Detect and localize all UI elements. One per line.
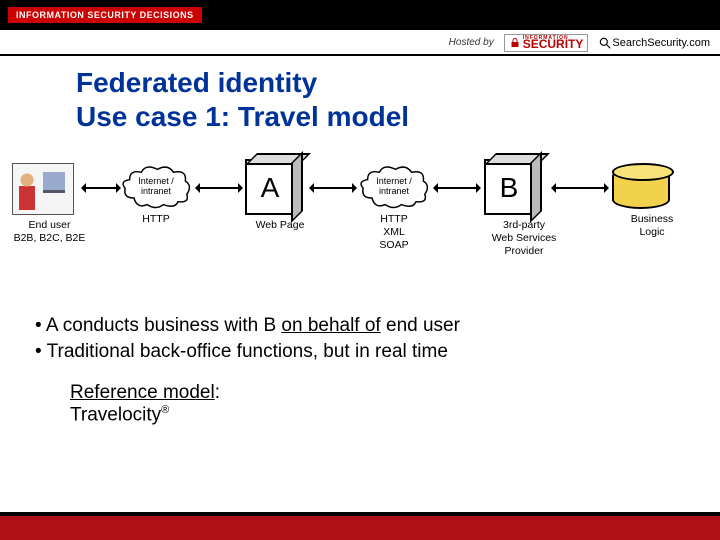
node-cloud1: Internet / intranet HTTP: [118, 165, 194, 226]
diagram: End user B2B, B2C, B2E Internet / intran…: [0, 153, 720, 293]
cloud2-icon: Internet / intranet: [356, 165, 432, 209]
lock-icon: [509, 37, 521, 49]
hosted-by-strip: Hosted by INFORMATION SECURITY SearchSec…: [449, 34, 710, 52]
header-divider: [0, 54, 720, 56]
bullet-2-text: Traditional back-office functions, but i…: [47, 341, 448, 362]
arrow-user-cloud1: [84, 187, 118, 189]
page-title: Federated identity Use case 1: Travel mo…: [76, 66, 720, 133]
node-server-b: B 3rd-party Web Services Provider: [484, 159, 564, 258]
title-line-1: Federated identity: [76, 66, 720, 100]
bullet-2: • Traditional back-office functions, but…: [35, 339, 690, 365]
bullet-list: • A conducts business with B on behalf o…: [35, 313, 690, 364]
node-cloud2: Internet / intranet HTTP XML SOAP: [356, 165, 432, 252]
node-enduser: End user B2B, B2C, B2E: [12, 163, 87, 245]
reference-model-sup: ®: [161, 404, 169, 416]
server-a-caption: Web Page: [245, 219, 315, 232]
node-server-a: A Web Page: [245, 159, 315, 232]
enduser-caption: End user B2B, B2C, B2E: [12, 219, 87, 245]
bottom-bar: [0, 512, 720, 540]
server-a-icon: A: [245, 159, 295, 215]
db-caption: Business Logic: [612, 213, 692, 239]
isd-logo: INFORMATION SECURITY DECISIONS: [8, 7, 202, 23]
cloud1-icon: Internet / intranet: [118, 165, 194, 209]
cylinder-icon: [612, 167, 670, 209]
reference-model: Reference model: Travelocity®: [70, 382, 720, 426]
reference-model-value: Travelocity: [70, 405, 161, 426]
bullet-1-pre: A conducts business with B: [46, 315, 282, 336]
server-b-letter: B: [500, 170, 519, 205]
cloud1-caption: HTTP: [118, 213, 194, 226]
arrow-b-db: [554, 187, 606, 189]
bullet-1: • A conducts business with B on behalf o…: [35, 313, 690, 339]
server-b-caption: 3rd-party Web Services Provider: [484, 219, 564, 258]
cloud2-label: Internet / intranet: [356, 165, 432, 209]
node-db: Business Logic: [612, 167, 692, 239]
security-logo: INFORMATION SECURITY: [504, 34, 589, 52]
search-security-text: SearchSecurity.com: [612, 37, 710, 49]
hosted-by-label: Hosted by: [449, 37, 494, 48]
bullet-1-underlined: on behalf of: [281, 315, 380, 336]
magnifier-icon: [598, 36, 612, 50]
server-b-icon: B: [484, 159, 534, 215]
reference-model-label: Reference model: [70, 382, 215, 403]
arrow-cloud1-a: [198, 187, 240, 189]
arrow-cloud2-b: [436, 187, 478, 189]
server-a-letter: A: [261, 170, 280, 205]
cloud2-caption: HTTP XML SOAP: [356, 213, 432, 252]
title-line-2: Use case 1: Travel model: [76, 100, 720, 134]
search-security-logo: SearchSecurity.com: [598, 36, 710, 50]
bullet-1-post: end user: [381, 315, 460, 336]
security-logo-text: SECURITY: [523, 40, 584, 50]
top-banner: INFORMATION SECURITY DECISIONS: [0, 0, 720, 30]
enduser-icon: [12, 163, 74, 215]
arrow-a-cloud2: [312, 187, 354, 189]
cloud1-label: Internet / intranet: [118, 165, 194, 209]
